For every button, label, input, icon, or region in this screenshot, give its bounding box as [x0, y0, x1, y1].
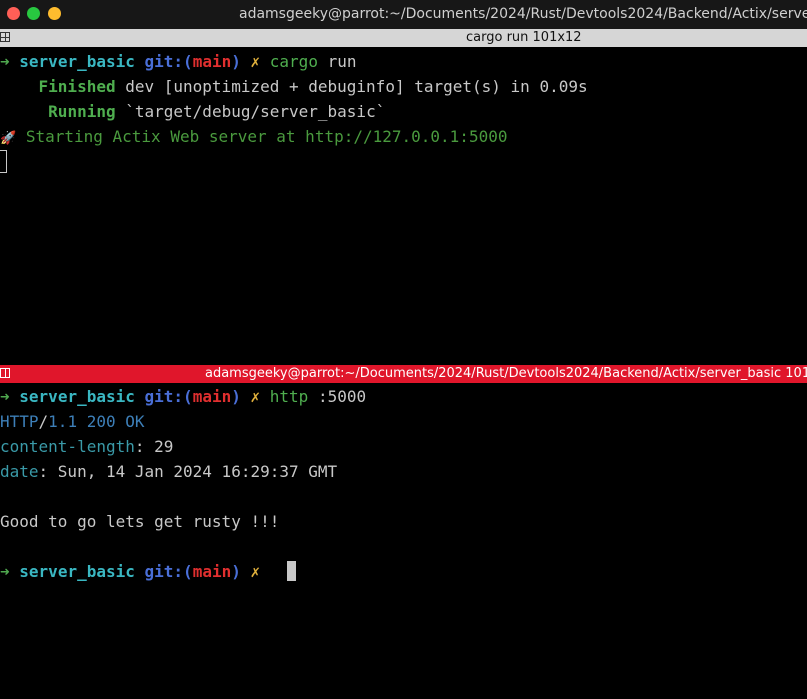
http-slash: / [38, 412, 49, 431]
top-prompt-line: ➜ server_basic git:(main) ✗ cargo run [0, 52, 356, 72]
command-name: http [269, 387, 309, 406]
command-name: cargo [269, 52, 318, 71]
running-label: Running [48, 102, 116, 121]
maximize-window-button[interactable] [48, 7, 61, 20]
prompt-git-close: ) [231, 562, 241, 581]
finished-text: dev [unoptimized + debuginfo] target(s) … [115, 77, 588, 96]
finished-label: Finished [38, 77, 116, 96]
header-line: date: Sun, 14 Jan 2024 16:29:37 GMT [0, 462, 337, 482]
top-pane-title: cargo run 101x12 [466, 30, 582, 45]
minimize-window-button[interactable] [27, 7, 40, 20]
prompt-dirty-icon: ✗ [250, 52, 261, 71]
http-proto: HTTP [0, 412, 39, 431]
prompt-dirty-icon: ✗ [250, 387, 261, 406]
prompt-branch: main [192, 387, 232, 406]
server-start-text: Starting Actix Web server at http://127.… [25, 127, 508, 146]
split-pane-icon[interactable] [0, 368, 10, 378]
prompt-arrow-icon: ➜ [0, 562, 10, 581]
response-body: Good to go lets get rusty !!! [0, 512, 280, 531]
bottom-prompt-line-2: ➜ server_basic git:(main) ✗ [0, 562, 260, 582]
terminal-cursor[interactable] [287, 561, 296, 581]
running-text: `target/debug/server_basic` [115, 102, 386, 121]
header-line: content-length: 29 [0, 437, 173, 457]
header-key: content-length [0, 437, 135, 456]
window-title-bar: adamsgeeky@parrot:~/Documents/2024/Rust/… [0, 0, 807, 29]
window-title: adamsgeeky@parrot:~/Documents/2024/Rust/… [239, 6, 807, 22]
close-window-button[interactable] [7, 7, 20, 20]
split-pane-icon[interactable] [0, 32, 10, 42]
prompt-git-open: git:( [144, 562, 193, 581]
http-version: 1.1 [48, 412, 78, 431]
header-sep: : [134, 437, 155, 456]
header-value: Sun, 14 Jan 2024 16:29:37 GMT [57, 462, 338, 481]
command-args: :5000 [308, 387, 367, 406]
bottom-pane-header[interactable]: adamsgeeky@parrot:~/Documents/2024/Rust/… [0, 365, 807, 383]
prompt-dirty-icon: ✗ [250, 562, 261, 581]
prompt-dir: server_basic [19, 387, 135, 406]
finished-line: Finished dev [unoptimized + debuginfo] t… [0, 77, 588, 97]
prompt-git-open: git:( [144, 52, 193, 71]
command-args: run [317, 52, 357, 71]
prompt-git-close: ) [231, 387, 241, 406]
http-status-line: HTTP/1.1 200 OK [0, 412, 145, 432]
http-status: 200 OK [77, 412, 145, 431]
prompt-dir: server_basic [19, 562, 135, 581]
prompt-dir: server_basic [19, 52, 135, 71]
header-value: 29 [154, 437, 174, 456]
prompt-branch: main [192, 562, 232, 581]
top-pane-header[interactable]: cargo run 101x12 [0, 29, 807, 47]
rocket-icon: 🚀 [0, 131, 17, 146]
prompt-arrow-icon: ➜ [0, 52, 10, 71]
bottom-pane-title: adamsgeeky@parrot:~/Documents/2024/Rust/… [205, 366, 807, 381]
prompt-branch: main [192, 52, 232, 71]
prompt-git-open: git:( [144, 387, 193, 406]
server-start-line: 🚀 Starting Actix Web server at http://12… [0, 127, 507, 147]
running-line: Running `target/debug/server_basic` [0, 102, 385, 122]
header-key: date [0, 462, 39, 481]
inactive-cursor [0, 150, 7, 173]
header-sep: : [38, 462, 58, 481]
prompt-arrow-icon: ➜ [0, 387, 10, 406]
prompt-git-close: ) [231, 52, 241, 71]
bottom-prompt-line: ➜ server_basic git:(main) ✗ http :5000 [0, 387, 366, 407]
